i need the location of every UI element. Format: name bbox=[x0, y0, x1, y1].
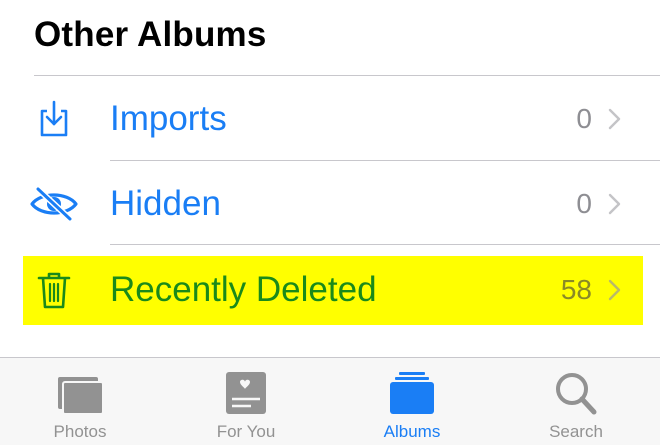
chevron-right-icon bbox=[606, 278, 624, 302]
photos-icon bbox=[55, 370, 105, 416]
divider bbox=[110, 160, 660, 161]
album-count: 0 bbox=[576, 103, 592, 134]
divider bbox=[110, 244, 660, 245]
import-tray-icon bbox=[28, 97, 80, 141]
album-label: Recently Deleted bbox=[110, 270, 377, 309]
chevron-right-icon bbox=[606, 192, 624, 216]
tab-label: Photos bbox=[53, 422, 107, 441]
albums-icon bbox=[387, 370, 437, 416]
tab-label: Albums bbox=[383, 422, 441, 441]
tab-for-you[interactable]: For You bbox=[176, 358, 316, 445]
section-title: Other Albums bbox=[34, 15, 267, 54]
album-count: 58 bbox=[560, 274, 592, 305]
divider bbox=[34, 75, 660, 76]
album-row-imports[interactable]: Imports 0 bbox=[0, 77, 660, 161]
tab-label: Search bbox=[549, 422, 603, 441]
album-label: Imports bbox=[110, 99, 227, 138]
trash-icon bbox=[28, 268, 80, 312]
tab-bar: Photos For You Albums Search bbox=[0, 357, 660, 445]
search-icon bbox=[551, 370, 601, 416]
album-count: 0 bbox=[576, 188, 592, 219]
tab-search[interactable]: Search bbox=[506, 358, 646, 445]
eye-slash-icon bbox=[28, 182, 80, 226]
tab-label: For You bbox=[216, 422, 276, 441]
album-row-hidden[interactable]: Hidden 0 bbox=[0, 162, 660, 246]
for-you-icon bbox=[221, 370, 271, 416]
tab-photos[interactable]: Photos bbox=[10, 358, 150, 445]
tab-albums[interactable]: Albums bbox=[342, 358, 482, 445]
album-row-recently-deleted[interactable]: Recently Deleted 58 bbox=[0, 248, 660, 332]
chevron-right-icon bbox=[606, 107, 624, 131]
album-label: Hidden bbox=[110, 184, 221, 223]
